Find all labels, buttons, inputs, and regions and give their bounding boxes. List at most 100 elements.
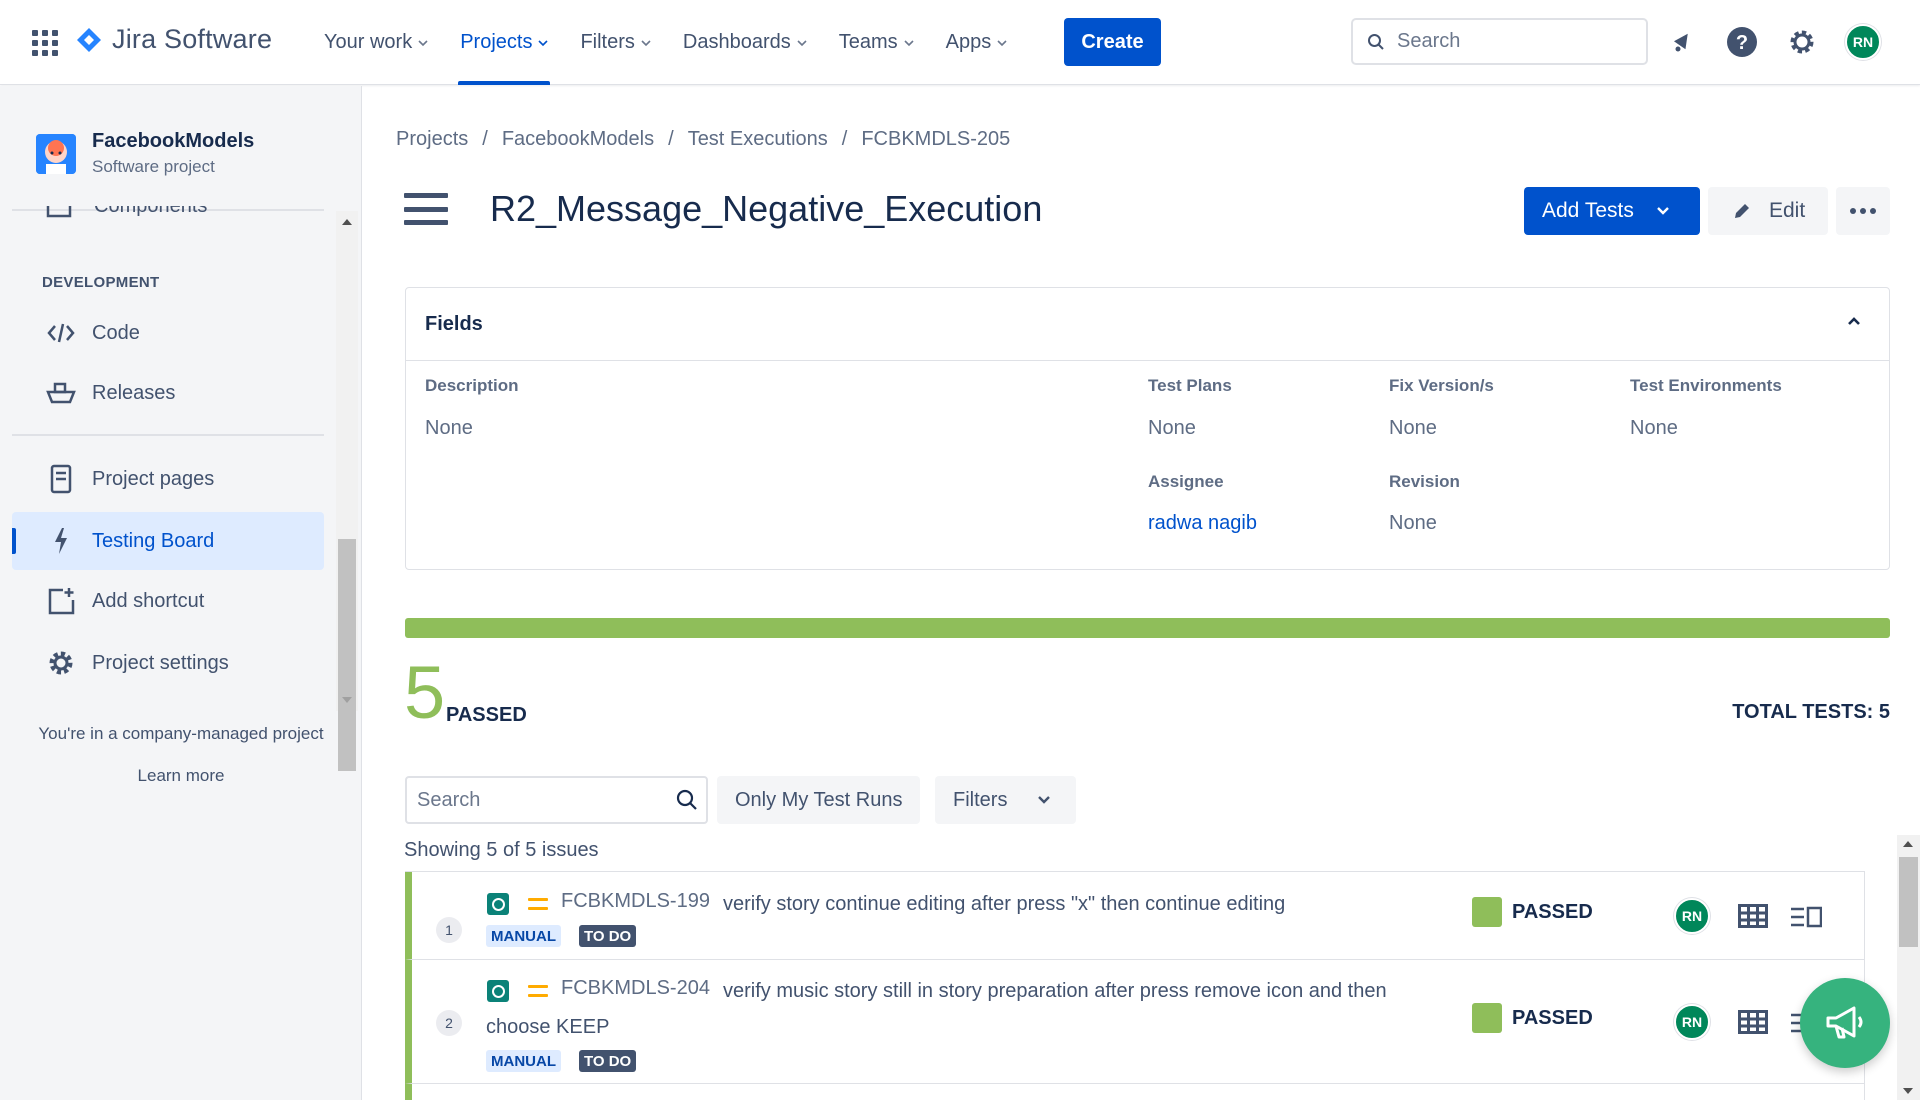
sidebar-item-code[interactable]: Code xyxy=(12,304,324,362)
search-icon xyxy=(1368,33,1384,50)
breadcrumb-separator: / xyxy=(668,128,674,150)
add-tests-button[interactable]: Add Tests xyxy=(1524,187,1700,235)
feedback-megaphone-button[interactable] xyxy=(1800,978,1890,1068)
row-number: 1 xyxy=(436,917,462,943)
assignee-avatar[interactable]: RN xyxy=(1674,1004,1710,1040)
issue-summary-continued[interactable]: choose KEEP xyxy=(486,1009,609,1045)
sidebar-item-label: Testing Board xyxy=(92,529,215,552)
nav-apps[interactable]: Apps xyxy=(930,0,1024,85)
test-result-status[interactable]: PASSED xyxy=(1472,897,1593,927)
sidebar-item-testing-board[interactable]: Testing Board xyxy=(12,512,324,570)
user-avatar[interactable]: RN xyxy=(1845,24,1881,60)
description-label: Description xyxy=(425,376,519,395)
issue-key-link[interactable]: FCBKMDLS-199 xyxy=(561,890,710,913)
nav-projects[interactable]: Projects xyxy=(444,0,564,85)
nav-label: Filters xyxy=(580,31,635,53)
chevron-down-icon xyxy=(797,39,807,46)
sidebar-item-label: Code xyxy=(92,321,140,344)
table-row[interactable]: 2 FCBKMDLS-204 verify music story still … xyxy=(405,960,1865,1084)
help-icon[interactable]: ? xyxy=(1724,24,1760,60)
scroll-down-arrow-icon[interactable] xyxy=(342,697,352,703)
edit-button[interactable]: Edit xyxy=(1708,187,1828,235)
nav-filters[interactable]: Filters xyxy=(564,0,666,85)
only-my-runs-label: Only My Test Runs xyxy=(735,788,903,811)
chevron-down-icon xyxy=(418,39,428,46)
scrollbar-thumb[interactable] xyxy=(1899,857,1918,947)
breadcrumb-item[interactable]: FacebookModels xyxy=(502,128,654,151)
scroll-up-arrow-icon[interactable] xyxy=(342,219,352,225)
test-result-status[interactable]: PASSED xyxy=(1472,1003,1593,1033)
app-switcher-icon[interactable] xyxy=(32,30,58,56)
notifications-icon[interactable] xyxy=(1664,24,1700,60)
top-navigation: Jira Software Your work Projects Filters… xyxy=(0,0,1920,85)
test-runs-search-input[interactable]: Search xyxy=(405,776,708,824)
global-search-input[interactable]: Search xyxy=(1351,18,1648,65)
chevron-up-icon[interactable] xyxy=(1847,316,1861,326)
company-managed-note: You're in a company-managed project xyxy=(38,724,324,743)
status-label: PASSED xyxy=(1512,1006,1593,1029)
project-name: FacebookModels xyxy=(92,130,255,152)
sidebar-item-label: Project pages xyxy=(92,467,215,490)
nav-your-work[interactable]: Your work xyxy=(308,0,444,85)
sidebar-item-add-shortcut[interactable]: Add shortcut xyxy=(12,572,324,630)
nav-teams[interactable]: Teams xyxy=(823,0,930,85)
add-shortcut-icon xyxy=(46,587,76,615)
more-actions-icon[interactable] xyxy=(1836,187,1890,235)
ship-icon xyxy=(46,382,76,404)
pencil-icon xyxy=(1735,204,1749,218)
jira-logo[interactable]: Jira Software xyxy=(76,24,272,55)
row-number: 2 xyxy=(436,1010,462,1036)
table-grid-icon[interactable] xyxy=(1738,904,1768,928)
issue-key-link[interactable]: FCBKMDLS-204 xyxy=(561,977,710,1000)
scroll-down-arrow-icon[interactable] xyxy=(1903,1088,1913,1094)
table-row[interactable]: 1 FCBKMDLS-199 verify story continue edi… xyxy=(405,872,1865,960)
main-scrollbar[interactable] xyxy=(1897,835,1920,1100)
breadcrumb-item[interactable]: Test Executions xyxy=(688,128,828,151)
priority-medium-icon xyxy=(528,898,548,910)
assignee-link[interactable]: radwa nagib xyxy=(1148,512,1257,535)
sidebar-scrollbar[interactable] xyxy=(336,211,358,771)
sidebar-item-components[interactable]: Components xyxy=(46,206,326,220)
section-title-development: DEVELOPMENT xyxy=(42,274,160,291)
breadcrumb: Projects / FacebookModels / Test Executi… xyxy=(396,128,1010,151)
table-grid-icon[interactable] xyxy=(1738,1010,1768,1034)
breadcrumb-item[interactable]: Projects xyxy=(396,128,468,151)
only-my-test-runs-button[interactable]: Only My Test Runs xyxy=(717,776,921,824)
fix-version-label: Fix Version/s xyxy=(1389,376,1494,395)
passed-label: PASSED xyxy=(446,704,527,726)
create-button[interactable]: Create xyxy=(1064,18,1161,66)
issue-summary[interactable]: verify music story still in story prepar… xyxy=(723,973,1387,1009)
passed-count: 5 xyxy=(404,651,446,734)
fields-title: Fields xyxy=(425,312,483,335)
page-title: R2_Message_Negative_Execution xyxy=(490,188,1043,229)
lightning-icon xyxy=(46,527,76,555)
scroll-up-arrow-icon[interactable] xyxy=(1903,841,1913,847)
sidebar-item-project-settings[interactable]: Project settings xyxy=(12,634,324,692)
fields-header[interactable]: Fields xyxy=(406,288,1889,361)
assignee-avatar[interactable]: RN xyxy=(1674,898,1710,934)
test-run-list: 1 FCBKMDLS-199 verify story continue edi… xyxy=(405,871,1865,1100)
menu-icon[interactable] xyxy=(404,193,448,225)
settings-gear-icon[interactable] xyxy=(1784,24,1820,60)
nav-dashboards[interactable]: Dashboards xyxy=(667,0,823,85)
sidebar-item-releases[interactable]: Releases xyxy=(12,364,324,422)
revision-value: None xyxy=(1389,512,1437,534)
project-header[interactable]: FacebookModels Software project xyxy=(36,130,254,177)
filters-dropdown[interactable]: Filters xyxy=(935,776,1076,824)
priority-medium-icon xyxy=(528,985,548,997)
details-panel-icon[interactable] xyxy=(1790,906,1822,928)
product-name: Jira Software xyxy=(112,24,273,54)
megaphone-icon xyxy=(1826,1006,1863,1039)
sidebar-item-project-pages[interactable]: Project pages xyxy=(12,450,324,508)
nav-label: Dashboards xyxy=(682,31,791,53)
breadcrumb-item[interactable]: FCBKMDLS-205 xyxy=(861,128,1010,151)
sidebar-item-label: Releases xyxy=(92,381,176,404)
description-value: None xyxy=(425,417,473,439)
table-row[interactable] xyxy=(405,1084,1865,1100)
issue-summary[interactable]: verify story continue editing after pres… xyxy=(723,886,1285,922)
test-environments-label: Test Environments xyxy=(1630,376,1782,395)
project-avatar xyxy=(36,133,76,174)
test-type-tag: MANUAL xyxy=(486,925,561,947)
total-tests: TOTAL TESTS: 5 xyxy=(1732,701,1890,723)
learn-more-link[interactable]: Learn more xyxy=(0,766,362,786)
